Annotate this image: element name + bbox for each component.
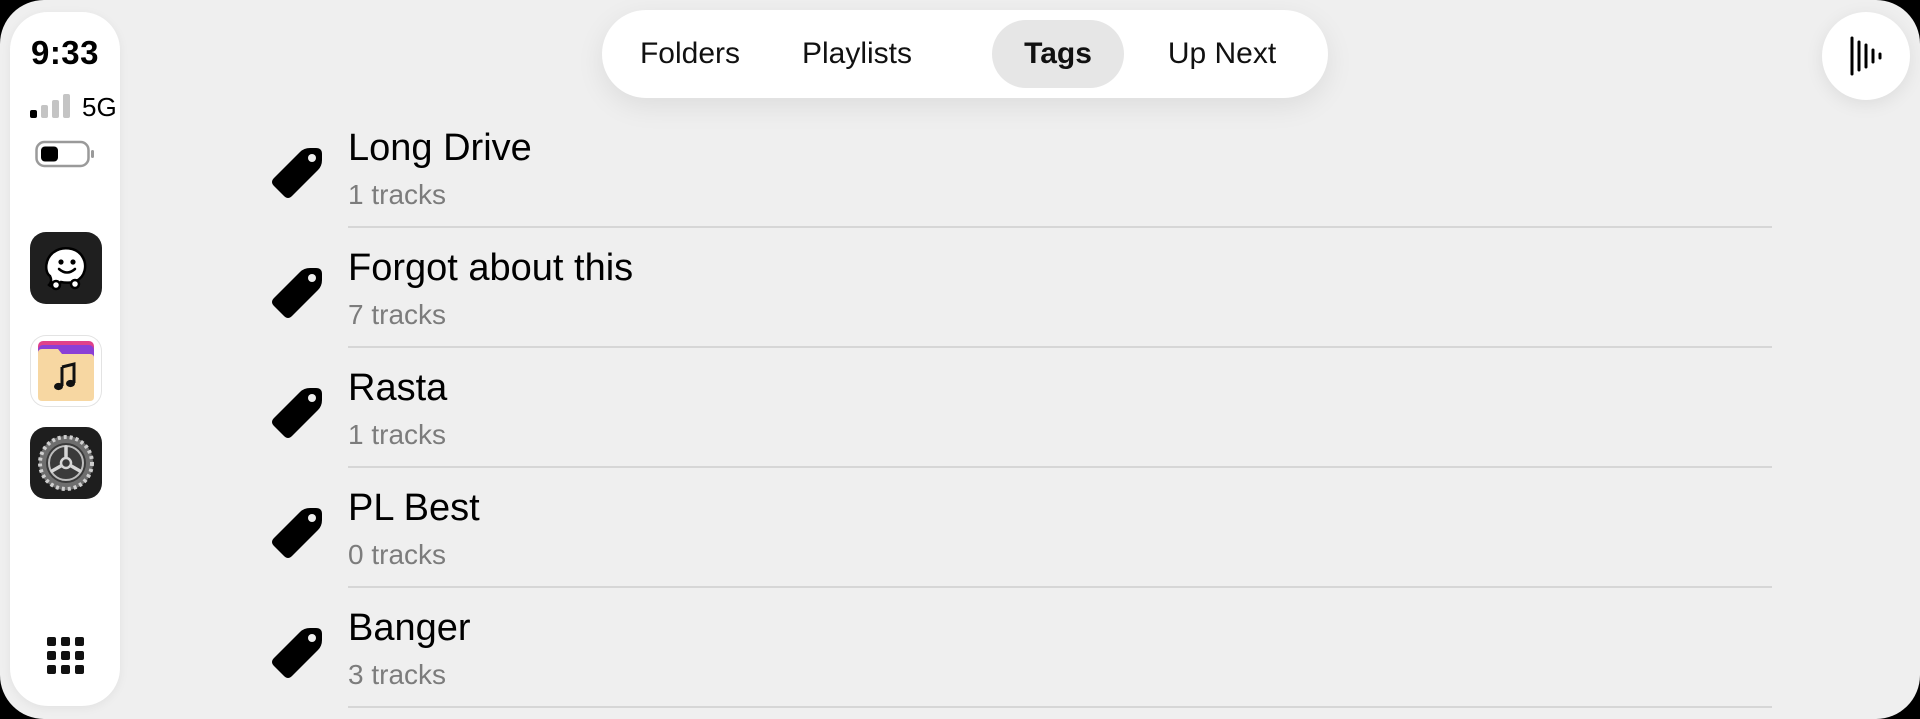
gear-icon [38,435,94,491]
divider [348,466,1772,468]
status-signal: 5G [20,92,120,122]
library-tab-bar: Folders Playlists Tags Up Next [602,10,1328,98]
tag-icon [272,268,322,318]
cellular-signal-icon [30,94,78,118]
list-item[interactable]: PL Best 0 tracks [270,475,1772,595]
tag-name: Banger [348,607,471,649]
carplay-screen: 9:33 5G Folders Playlists Tags Up Next L… [0,0,1920,719]
app-grid-icon[interactable] [47,637,85,675]
list-item[interactable]: Banger 3 tracks [270,595,1772,715]
divider [348,586,1772,588]
track-count: 0 tracks [348,539,447,570]
tab-playlists[interactable]: Playlists [768,20,946,88]
music-files-app-icon[interactable] [30,335,102,407]
waze-icon [45,247,87,291]
list-item[interactable]: Long Drive 1 tracks [270,115,1772,235]
audio-waveform-icon [1850,36,1882,76]
tag-name: Forgot about this [348,247,634,289]
tab-up-next[interactable]: Up Next [1134,20,1310,88]
tag-icon [272,628,322,678]
divider [348,226,1772,228]
status-time: 9:33 [30,34,100,71]
tag-list: Long Drive 1 tracks Forgot about this 7 … [270,115,1772,715]
side-dock: 9:33 5G [10,12,120,706]
track-count: 1 tracks [348,179,447,210]
now-playing-button[interactable] [1822,12,1910,100]
music-folder-icon [38,341,94,401]
list-item[interactable]: Forgot about this 7 tracks [270,235,1772,355]
divider [348,706,1772,708]
track-count: 1 tracks [348,419,447,450]
tag-name: PL Best [348,487,480,529]
tag-icon [272,148,322,198]
track-count: 7 tracks [348,299,447,330]
tag-name: Long Drive [348,127,532,169]
waze-app-icon[interactable] [30,232,102,304]
battery-icon [35,140,94,168]
track-count: 3 tracks [348,659,447,690]
network-type: 5G [82,92,117,122]
tag-icon [272,388,322,438]
settings-app-icon[interactable] [30,427,102,499]
divider [348,346,1772,348]
tab-tags[interactable]: Tags [992,20,1124,88]
tab-folders[interactable]: Folders [622,20,758,88]
list-item[interactable]: Rasta 1 tracks [270,355,1772,475]
tag-name: Rasta [348,367,448,409]
tag-icon [272,508,322,558]
